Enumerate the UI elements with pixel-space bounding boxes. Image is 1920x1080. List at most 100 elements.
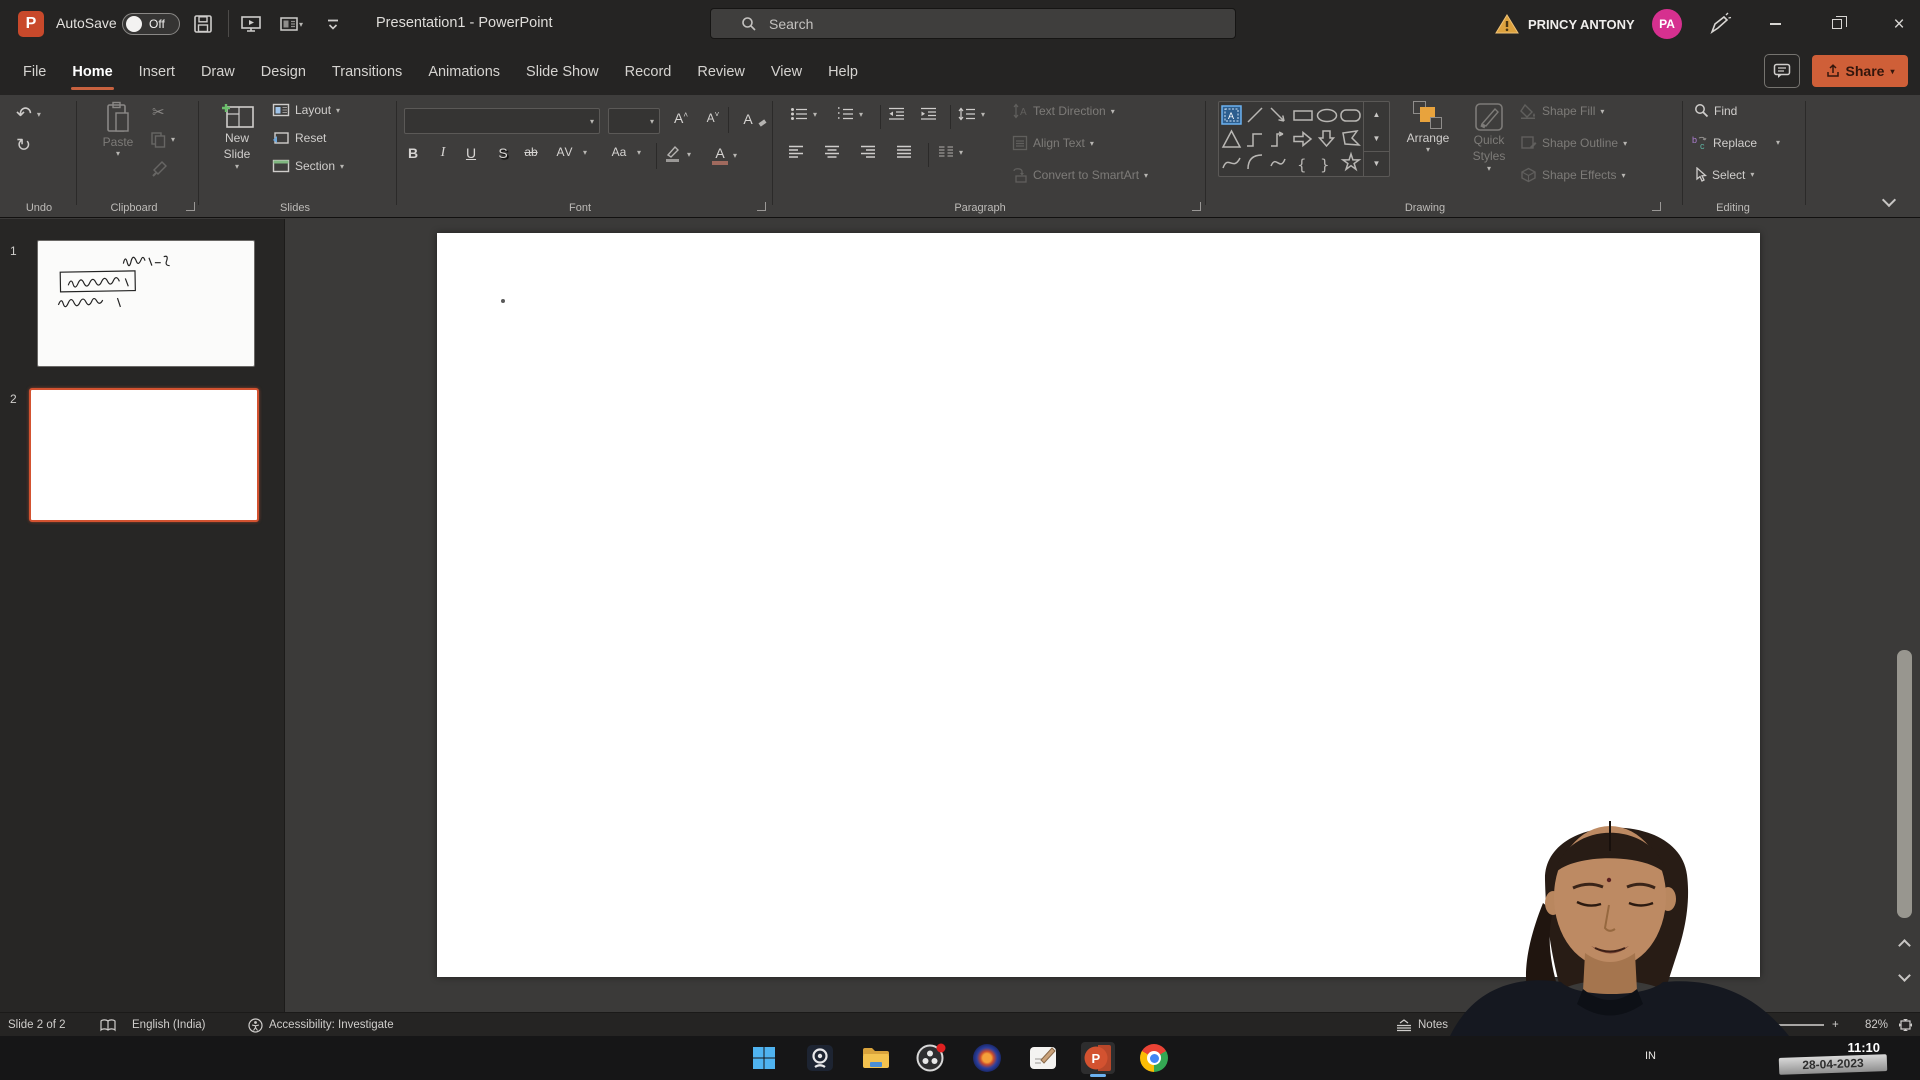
shape-gallery[interactable]: A { } ▲ ▼ ▼: [1218, 101, 1390, 177]
previous-slide-button[interactable]: [1898, 939, 1911, 952]
line-spacing-button[interactable]: ▾: [958, 107, 985, 121]
tab-insert[interactable]: Insert: [126, 48, 188, 95]
customize-quick-access-button[interactable]: [318, 10, 348, 38]
slide-1-thumbnail[interactable]: [37, 240, 255, 367]
share-button[interactable]: Share ▾: [1812, 55, 1908, 87]
powerpoint-taskbar-button[interactable]: P: [1081, 1042, 1115, 1074]
format-painter-button[interactable]: [152, 161, 169, 177]
find-button[interactable]: Find: [1694, 103, 1737, 118]
increase-indent-button[interactable]: [920, 107, 937, 121]
convert-smartart-button[interactable]: Convert to SmartArt▾: [1012, 167, 1148, 183]
gallery-down-button[interactable]: ▼: [1364, 126, 1389, 150]
increase-font-size-button[interactable]: A˄: [668, 110, 694, 126]
user-name[interactable]: PRINCY ANTONY: [1528, 17, 1635, 32]
clipboard-dialog-launcher[interactable]: [186, 202, 195, 211]
strikethrough-button[interactable]: ab: [518, 145, 544, 159]
decrease-indent-button[interactable]: [888, 107, 905, 121]
zoom-in-button[interactable]: +: [1832, 1013, 1839, 1037]
autosave-toggle[interactable]: Off: [122, 13, 180, 35]
text-shadow-button[interactable]: S: [490, 145, 516, 161]
tab-review[interactable]: Review: [684, 48, 758, 95]
tab-animations[interactable]: Animations: [415, 48, 513, 95]
language-indicator[interactable]: English (India): [132, 1013, 206, 1037]
zoom-level[interactable]: 82%: [1852, 1013, 1888, 1037]
whiteboard-app-button[interactable]: [1026, 1042, 1060, 1074]
camera-app-button[interactable]: [803, 1042, 837, 1074]
clear-formatting-button[interactable]: A: [735, 110, 767, 127]
obs-studio-button[interactable]: [914, 1042, 948, 1074]
paragraph-dialog-launcher[interactable]: [1192, 202, 1201, 211]
section-button[interactable]: Section ▾: [272, 159, 344, 173]
gallery-up-button[interactable]: ▲: [1364, 102, 1389, 126]
align-left-button[interactable]: [788, 145, 804, 159]
font-color-button[interactable]: A ▾: [712, 145, 737, 165]
reset-button[interactable]: Reset: [272, 131, 326, 145]
font-size-combobox[interactable]: ▾: [608, 108, 660, 134]
restore-button[interactable]: [1814, 0, 1860, 48]
collapse-ribbon-button[interactable]: [1882, 193, 1896, 207]
new-slide-button[interactable]: New Slide ▾: [208, 101, 266, 171]
drawing-dialog-launcher[interactable]: [1652, 202, 1661, 211]
gallery-more-button[interactable]: ▼: [1364, 151, 1389, 176]
align-text-button[interactable]: Align Text▾: [1012, 135, 1094, 151]
undo-button[interactable]: ↶▾: [16, 103, 41, 126]
replace-button[interactable]: b c Replace ▾: [1692, 135, 1780, 150]
quick-styles-button[interactable]: Quick Styles ▾: [1462, 101, 1516, 173]
select-button[interactable]: Select ▾: [1694, 167, 1754, 182]
align-center-button[interactable]: [824, 145, 840, 159]
tray-language-indicator[interactable]: IN: [1645, 1050, 1656, 1062]
tab-record[interactable]: Record: [612, 48, 685, 95]
save-button[interactable]: [188, 10, 218, 38]
tab-slideshow[interactable]: Slide Show: [513, 48, 612, 95]
paste-button[interactable]: Paste ▾: [92, 101, 144, 158]
tab-help[interactable]: Help: [815, 48, 871, 95]
italic-button[interactable]: I: [430, 145, 456, 161]
tab-home[interactable]: Home: [59, 48, 125, 95]
font-dialog-launcher[interactable]: [757, 202, 766, 211]
justify-button[interactable]: [896, 145, 912, 159]
slide-indicator[interactable]: Slide 2 of 2: [8, 1013, 66, 1037]
file-explorer-button[interactable]: [859, 1042, 893, 1074]
accessibility-checker[interactable]: Accessibility: Investigate: [248, 1013, 394, 1037]
copy-button[interactable]: ▾: [150, 131, 175, 148]
spellcheck-button[interactable]: [100, 1013, 116, 1037]
tab-design[interactable]: Design: [248, 48, 319, 95]
view-gallery-button[interactable]: ▾: [270, 10, 312, 38]
character-spacing-button[interactable]: AV▾: [552, 145, 587, 159]
align-right-button[interactable]: [860, 145, 876, 159]
ink-editor-icon[interactable]: [1706, 12, 1732, 36]
close-button[interactable]: ×: [1876, 0, 1920, 48]
vertical-scrollbar[interactable]: [1897, 650, 1912, 918]
comments-button[interactable]: [1764, 54, 1800, 88]
font-name-combobox[interactable]: ▾: [404, 108, 600, 134]
arrange-button[interactable]: Arrange ▾: [1398, 101, 1458, 154]
underline-button[interactable]: U: [458, 145, 484, 161]
start-slideshow-button[interactable]: [236, 10, 266, 38]
text-direction-button[interactable]: A Text Direction▾: [1012, 103, 1115, 119]
start-button[interactable]: [747, 1042, 781, 1074]
media-app-button[interactable]: [970, 1042, 1004, 1074]
shape-outline-button[interactable]: Shape Outline▾: [1520, 135, 1627, 151]
fit-slide-button[interactable]: [1898, 1013, 1913, 1037]
tab-view[interactable]: View: [758, 48, 815, 95]
chrome-button[interactable]: [1137, 1042, 1171, 1074]
search-input[interactable]: [769, 16, 1189, 32]
avatar[interactable]: PA: [1652, 9, 1682, 39]
redo-button[interactable]: ↻: [16, 135, 31, 156]
bold-button[interactable]: B: [400, 145, 426, 161]
slide-2-thumbnail-selected[interactable]: [29, 388, 259, 522]
next-slide-button[interactable]: [1898, 969, 1911, 982]
tab-transitions[interactable]: Transitions: [319, 48, 415, 95]
decrease-font-size-button[interactable]: A˅: [700, 110, 726, 125]
minimize-button[interactable]: [1752, 0, 1798, 48]
search-box[interactable]: [710, 8, 1236, 39]
tab-draw[interactable]: Draw: [188, 48, 248, 95]
columns-button[interactable]: ▾: [938, 145, 963, 159]
screen-recorder-badge[interactable]: [1876, 1048, 1903, 1075]
cut-button[interactable]: ✂: [152, 103, 165, 121]
layout-button[interactable]: Layout ▾: [272, 103, 340, 117]
tray-clock[interactable]: 11:10: [1826, 1040, 1880, 1055]
text-highlight-button[interactable]: ▾: [664, 145, 691, 163]
change-case-button[interactable]: Aa▾: [606, 145, 641, 159]
tab-file[interactable]: File: [10, 48, 59, 95]
